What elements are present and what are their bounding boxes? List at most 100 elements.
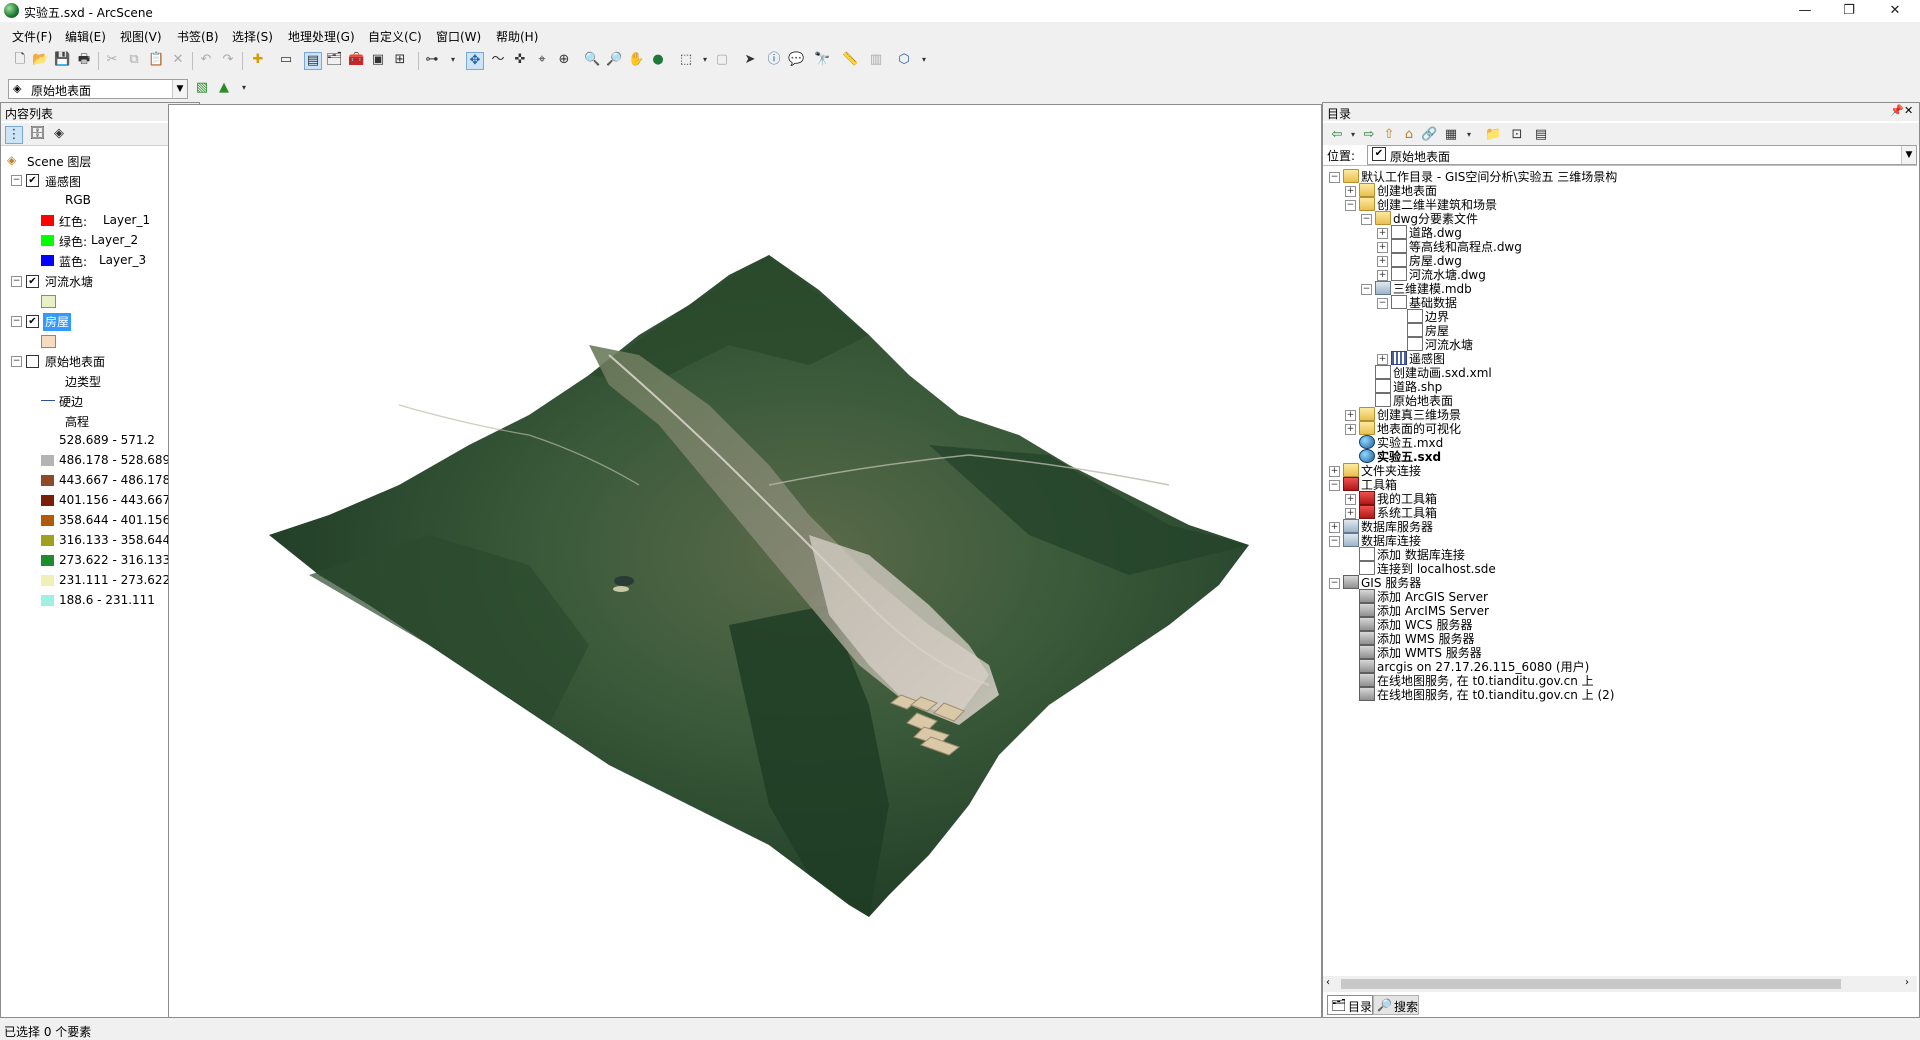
- menu-selection[interactable]: 选择(S): [232, 28, 273, 45]
- center-on-target-icon[interactable]: ✜: [512, 52, 528, 68]
- pin-icon[interactable]: 📌: [1890, 104, 1904, 117]
- chevron-down-icon[interactable]: ▾: [916, 52, 932, 68]
- layer-visibility-checkbox[interactable]: ✔: [26, 174, 39, 187]
- paste-icon[interactable]: 📋: [148, 52, 164, 68]
- model-builder-icon[interactable]: ⊞: [392, 52, 408, 68]
- collapse-icon[interactable]: −: [11, 356, 22, 367]
- scrollbar-thumb[interactable]: [1341, 979, 1841, 989]
- scene-properties-icon[interactable]: ▭: [278, 52, 294, 68]
- save-icon[interactable]: 💾: [54, 52, 70, 68]
- expand-icon[interactable]: +: [1377, 242, 1388, 253]
- menu-bookmarks[interactable]: 书签(B): [177, 28, 219, 45]
- cut-icon[interactable]: ✂: [104, 52, 120, 68]
- shading-icon[interactable]: ▲: [216, 80, 232, 96]
- collapse-icon[interactable]: −: [1361, 284, 1372, 295]
- list-by-drawing-order-icon[interactable]: ⋮: [5, 126, 23, 144]
- tab-search[interactable]: 🔎 搜索: [1373, 995, 1419, 1015]
- menu-edit[interactable]: 编辑(E): [65, 28, 106, 45]
- expand-icon[interactable]: +: [1345, 508, 1356, 519]
- new-folder-icon[interactable]: 📁: [1485, 127, 1501, 143]
- html-popup-icon[interactable]: 💬: [788, 52, 804, 68]
- restore-button[interactable]: ❐: [1826, 0, 1872, 22]
- layer-visibility-checkbox[interactable]: ✔: [26, 315, 39, 328]
- horizontal-scrollbar[interactable]: ‹ ›: [1323, 976, 1917, 992]
- layer-name[interactable]: 遥感图: [45, 173, 81, 191]
- transparency-icon[interactable]: ▧: [194, 80, 210, 96]
- menu-view[interactable]: 视图(V): [120, 28, 162, 45]
- collapse-icon[interactable]: −: [1377, 298, 1388, 309]
- close-icon[interactable]: ✕: [1904, 104, 1913, 117]
- scene-view[interactable]: [168, 104, 1322, 1018]
- scroll-right-icon[interactable]: ›: [1905, 977, 1909, 988]
- connect-folder-icon[interactable]: 🔗: [1421, 127, 1437, 143]
- zoom-to-target-icon[interactable]: ⌖: [534, 52, 550, 68]
- collapse-icon[interactable]: −: [1329, 536, 1340, 547]
- fly-icon[interactable]: 〜: [490, 52, 506, 68]
- open-icon[interactable]: 📂: [32, 52, 48, 68]
- 3d-effects-icon[interactable]: ⬡: [896, 52, 912, 68]
- chevron-down-icon[interactable]: ▾: [236, 80, 252, 96]
- layer-visibility-checkbox[interactable]: ✔: [26, 275, 39, 288]
- expand-icon[interactable]: +: [1345, 410, 1356, 421]
- select-elements-icon[interactable]: ➤: [742, 52, 758, 68]
- expand-icon[interactable]: +: [1329, 466, 1340, 477]
- location-combo[interactable]: ✔ 原始地表面 ▼: [1367, 145, 1917, 165]
- tab-catalog[interactable]: 🗂 目录: [1327, 995, 1373, 1015]
- close-button[interactable]: ✕: [1872, 0, 1918, 22]
- layer-name-selected[interactable]: 房屋: [43, 313, 72, 331]
- back-icon[interactable]: ⇦: [1329, 127, 1345, 143]
- collapse-icon[interactable]: −: [1345, 200, 1356, 211]
- menu-geoprocessing[interactable]: 地理处理(G): [288, 28, 355, 45]
- find-icon[interactable]: 🔭: [814, 52, 830, 68]
- clear-selection-icon[interactable]: ▢: [714, 52, 730, 68]
- add-data-icon[interactable]: ✚: [250, 52, 266, 68]
- collapse-icon[interactable]: −: [1329, 578, 1340, 589]
- list-by-source-icon[interactable]: 🗄: [29, 126, 46, 142]
- expand-icon[interactable]: +: [1377, 270, 1388, 281]
- identify-icon[interactable]: ⓘ: [766, 52, 782, 68]
- chevron-down-icon[interactable]: ▾: [1345, 127, 1361, 143]
- menu-windows[interactable]: 窗口(W): [436, 28, 481, 45]
- undo-icon[interactable]: ↶: [198, 52, 214, 68]
- expand-icon[interactable]: +: [1329, 522, 1340, 533]
- options-icon[interactable]: ▤: [1533, 127, 1549, 143]
- chevron-down-icon[interactable]: ▼: [1901, 146, 1916, 164]
- expand-icon[interactable]: +: [1377, 256, 1388, 267]
- redo-icon[interactable]: ↷: [220, 52, 236, 68]
- layer-combo[interactable]: ◈ 原始地表面 ▼: [8, 79, 188, 99]
- minimize-button[interactable]: —: [1782, 0, 1828, 22]
- zoom-in-icon[interactable]: 🔍: [584, 52, 600, 68]
- scroll-left-icon[interactable]: ‹: [1326, 977, 1330, 988]
- chevron-down-icon[interactable]: ▾: [1461, 127, 1477, 143]
- python-window-icon[interactable]: ▣: [370, 52, 386, 68]
- delete-icon[interactable]: ✕: [170, 52, 186, 68]
- layer-name[interactable]: 河流水塘: [45, 273, 93, 291]
- new-icon[interactable]: 🗋: [12, 52, 28, 68]
- forward-icon[interactable]: ⇨: [1361, 127, 1377, 143]
- collapse-icon[interactable]: −: [1361, 214, 1372, 225]
- expand-icon[interactable]: +: [1377, 354, 1388, 365]
- chevron-down-icon[interactable]: ▾: [445, 52, 461, 68]
- swipe-icon[interactable]: ▥: [868, 52, 884, 68]
- chevron-down-icon[interactable]: ▼: [172, 80, 187, 98]
- copy-icon[interactable]: ⧉: [126, 52, 142, 68]
- expand-icon[interactable]: +: [1345, 186, 1356, 197]
- collapse-icon[interactable]: −: [1329, 172, 1340, 183]
- menu-help[interactable]: 帮助(H): [496, 28, 538, 45]
- print-icon[interactable]: 🖶: [76, 52, 92, 68]
- view-options-icon[interactable]: ▦: [1443, 127, 1459, 143]
- collapse-icon[interactable]: −: [11, 175, 22, 186]
- toggle-contents-icon[interactable]: ⊡: [1509, 127, 1525, 143]
- arctoolbox-icon[interactable]: 🧰: [348, 52, 364, 68]
- menu-file[interactable]: 文件(F): [12, 28, 52, 45]
- catalog-window-icon[interactable]: 🗂: [326, 52, 343, 68]
- home-folder-icon[interactable]: ⌂: [1401, 127, 1417, 143]
- expand-icon[interactable]: +: [1345, 424, 1356, 435]
- zoom-out-icon[interactable]: 🔎: [606, 52, 622, 68]
- list-by-visibility-icon[interactable]: ◈: [51, 126, 67, 142]
- collapse-icon[interactable]: −: [11, 316, 22, 327]
- connect-tool-icon[interactable]: ⊶: [424, 52, 440, 68]
- menu-customize[interactable]: 自定义(C): [368, 28, 422, 45]
- expand-icon[interactable]: +: [1377, 228, 1388, 239]
- navigate-icon[interactable]: ✥: [466, 52, 484, 70]
